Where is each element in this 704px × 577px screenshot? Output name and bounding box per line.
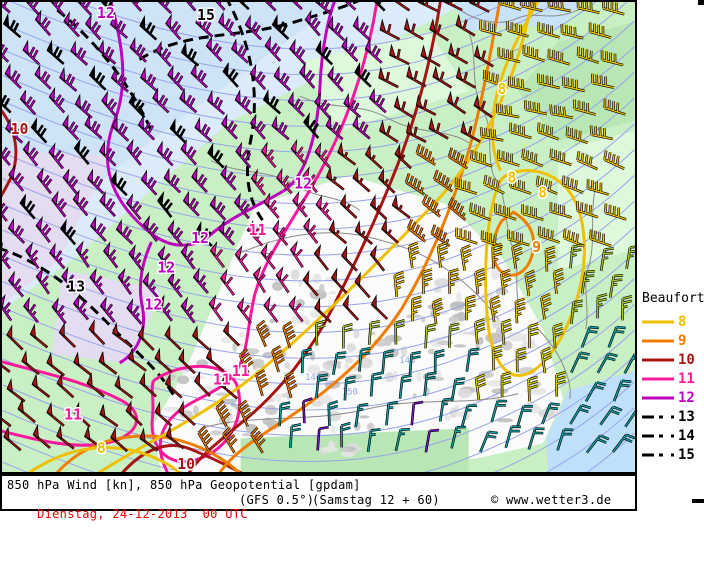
legend-item-beaufort-8: 8 <box>641 312 703 331</box>
frame-corner-bottom-right <box>692 499 704 503</box>
legend-item-label: 8 <box>678 314 686 330</box>
caption-parameters: 850 hPa Wind [kn], 850 hPa Geopotential … <box>7 478 361 492</box>
isotach-label-9: 9 <box>532 238 541 256</box>
isotach-label-12: 12 <box>144 295 162 313</box>
legend-item-label: 15 <box>678 447 695 463</box>
isotach-label-11: 11 <box>64 405 82 423</box>
weather-map: 1461501461215101312121212111111111088889 <box>0 0 637 474</box>
weather-map-canvas: 1461501461215101312121212111111111088889 <box>2 2 635 472</box>
legend-line-sample <box>641 450 675 460</box>
legend-item-beaufort-13: 13 <box>641 407 703 426</box>
legend-item-beaufort-15: 15 <box>641 445 703 464</box>
legend-item-label: 9 <box>678 333 686 349</box>
legend-item-beaufort-11: 11 <box>641 369 703 388</box>
frame-corner-top-right <box>698 0 704 5</box>
isotach-label-8: 8 <box>97 439 106 457</box>
legend-item-label: 11 <box>678 371 695 387</box>
legend-item-label: 13 <box>678 409 695 425</box>
isotach-label-15: 15 <box>197 6 215 24</box>
isotach-label-12: 12 <box>191 229 209 247</box>
legend-line-sample <box>641 393 675 403</box>
caption-run-date: Dienstag, 24-12-2013 00 UTC <box>37 507 248 521</box>
isotach-label-12: 12 <box>157 259 175 277</box>
isotach-label-11: 11 <box>232 362 250 380</box>
isotach-label-12: 12 <box>294 174 312 192</box>
isotach-label-8: 8 <box>538 183 547 201</box>
isotach-label-11: 11 <box>213 371 231 389</box>
legend-item-label: 14 <box>678 428 695 444</box>
legend-item-beaufort-14: 14 <box>641 426 703 445</box>
legend-item-label: 10 <box>678 352 695 368</box>
caption-valid-time: (Samstag 12 + 60) <box>312 493 440 507</box>
legend-line-sample <box>641 336 675 346</box>
caption-run-line: Dienstag, 24-12-2013 00 UTC (GFS 0.5°) (… <box>7 493 248 577</box>
caption-copyright: © www.wetter3.de <box>491 493 611 507</box>
legend-line-sample <box>641 412 675 422</box>
isotach-label-10: 10 <box>11 120 29 138</box>
isotach-label-8: 8 <box>507 168 516 186</box>
legend-line-sample <box>641 431 675 441</box>
isotach-label-10: 10 <box>177 455 195 472</box>
isotach-label-11: 11 <box>249 221 267 239</box>
legend-item-beaufort-9: 9 <box>641 331 703 350</box>
caption-model: (GFS 0.5°) <box>239 493 314 507</box>
legend-title: Beaufort <box>642 291 703 306</box>
caption-box: 850 hPa Wind [kn], 850 hPa Geopotential … <box>0 474 637 511</box>
legend-line-sample <box>641 374 675 384</box>
legend-item-beaufort-10: 10 <box>641 350 703 369</box>
legend-item-label: 12 <box>678 390 695 406</box>
isotach-label-8: 8 <box>497 80 506 98</box>
isotach-label-13: 13 <box>67 278 85 296</box>
beaufort-legend: Beaufort 8 9 10 11 12 13 14 15 <box>641 291 703 464</box>
legend-item-beaufort-12: 12 <box>641 388 703 407</box>
legend-line-sample <box>641 355 675 365</box>
legend-items: 8 9 10 11 12 13 14 15 <box>641 312 703 464</box>
isotach-label-12: 12 <box>97 4 115 22</box>
legend-line-sample <box>641 317 675 327</box>
